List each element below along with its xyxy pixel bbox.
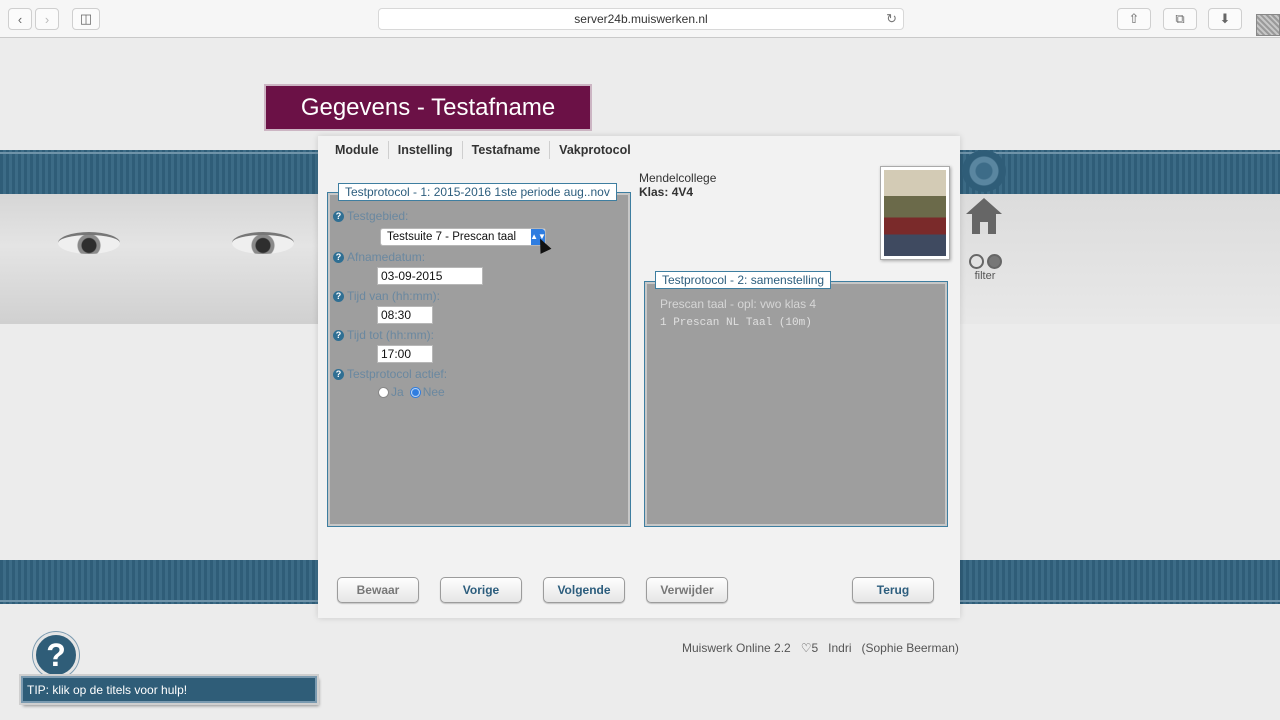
tip-bar: TIP: klik op de titels voor hulp!	[19, 674, 319, 705]
bewaar-button[interactable]: Bewaar	[337, 577, 419, 603]
radio-nee[interactable]	[409, 386, 421, 398]
verwijder-button[interactable]: Verwijder	[646, 577, 728, 603]
filter-circle-filled-icon	[986, 254, 1002, 269]
compass-icon[interactable]	[962, 150, 1006, 192]
radio-nee-label: Nee	[422, 385, 445, 399]
help-icon: ?	[333, 329, 344, 341]
testgebied-select[interactable]: Testsuite 7 - Prescan taal ▲▼	[380, 228, 546, 246]
help-icon: ?	[333, 290, 344, 302]
forward-button[interactable]: ›	[35, 8, 59, 30]
back-button[interactable]: ‹	[8, 8, 32, 30]
tabs-icon: ⧉	[1175, 11, 1185, 26]
tijd-van-input[interactable]: 08:30	[377, 306, 433, 324]
home-icon[interactable]	[966, 198, 1002, 236]
radio-ja[interactable]	[378, 386, 389, 398]
afnamedatum-label[interactable]: ? Afnamedatum:	[333, 250, 425, 264]
filter-button[interactable]: filter	[965, 254, 1005, 282]
download-icon: ⬇	[1219, 11, 1231, 26]
terug-button[interactable]: Terug	[852, 577, 934, 603]
tijd-tot-label[interactable]: ? Tijd tot (hh:mm):	[333, 328, 434, 342]
eye-left-image	[58, 232, 120, 254]
tijd-van-label[interactable]: ? Tijd van (hh:mm):	[333, 289, 440, 303]
likes-count[interactable]: ♡5	[801, 641, 818, 655]
samenstelling-heading: Prescan taal - opl: vwo klas 4	[660, 297, 817, 311]
downloads-button[interactable]: ⬇	[1208, 8, 1242, 30]
testprotocol-2-legend[interactable]: Testprotocol - 2: samenstelling	[655, 271, 832, 289]
sidebar-button[interactable]: ◫	[72, 8, 100, 30]
tijd-tot-input[interactable]: 17:00	[377, 345, 433, 363]
window-thumbnail	[1256, 14, 1280, 36]
testprotocol-1-legend[interactable]: Testprotocol - 1: 2015-2016 1ste periode…	[338, 183, 617, 201]
header-eyes-image	[0, 194, 318, 324]
app-version: Muiswerk Online 2.2	[682, 641, 791, 655]
address-bar[interactable]: server24b.muiswerken.nl ↻	[378, 8, 904, 30]
tabs-button[interactable]: ⧉	[1163, 8, 1197, 30]
chevron-right-icon: ›	[44, 11, 50, 27]
reload-icon[interactable]: ↻	[886, 11, 897, 27]
actief-label[interactable]: ? Testprotocol actief:	[333, 367, 447, 381]
footer-status: Muiswerk Online 2.2 ♡5 Indri (Sophie Bee…	[682, 641, 959, 655]
help-button[interactable]: ?	[33, 632, 79, 678]
page-title[interactable]: Gegevens - Testafname	[266, 86, 590, 129]
header-right-image	[960, 194, 1280, 324]
vorige-button[interactable]: Vorige	[440, 577, 522, 603]
tab-testafname[interactable]: Testafname	[463, 141, 551, 159]
tab-module[interactable]: Module	[326, 141, 389, 159]
samenstelling-item[interactable]: 1 Prescan NL Taal (10m)	[660, 317, 812, 329]
help-icon: ?	[333, 210, 344, 222]
actief-radio-group: Ja Nee	[378, 385, 445, 399]
radio-ja-label: Ja	[391, 385, 404, 399]
help-icon: ?	[333, 368, 344, 380]
class-photo	[880, 166, 950, 260]
url-text: server24b.muiswerken.nl	[574, 12, 708, 26]
tab-bar: Module Instelling Testafname Vakprotocol	[326, 141, 640, 159]
filter-label: filter	[974, 270, 996, 282]
tab-instelling[interactable]: Instelling	[389, 141, 463, 159]
help-icon: ?	[333, 251, 344, 263]
browser-toolbar: ‹ › ◫ server24b.muiswerken.nl ↻ ⇧ ⧉ ⬇	[0, 0, 1280, 38]
tab-vakprotocol[interactable]: Vakprotocol	[550, 141, 640, 159]
share-button[interactable]: ⇧	[1117, 8, 1151, 30]
volgende-button[interactable]: Volgende	[543, 577, 625, 603]
share-icon: ⇧	[1128, 11, 1140, 26]
user-name: (Sophie Beerman)	[861, 641, 959, 655]
klas-label: Klas:	[639, 185, 669, 199]
afnamedatum-input[interactable]: 03-09-2015	[377, 267, 483, 285]
sidebar-icon: ◫	[79, 11, 93, 26]
school-info: Mendelcollege Klas: 4V4	[639, 171, 716, 199]
filter-circle-icon	[968, 254, 984, 269]
chevron-left-icon: ‹	[17, 11, 23, 27]
school-name: Mendelcollege	[639, 171, 717, 185]
user-id: Indri	[828, 641, 852, 655]
testgebied-label[interactable]: ? Testgebied:	[333, 209, 408, 223]
eye-right-image	[232, 232, 294, 254]
klas-value: 4V4	[671, 185, 694, 199]
